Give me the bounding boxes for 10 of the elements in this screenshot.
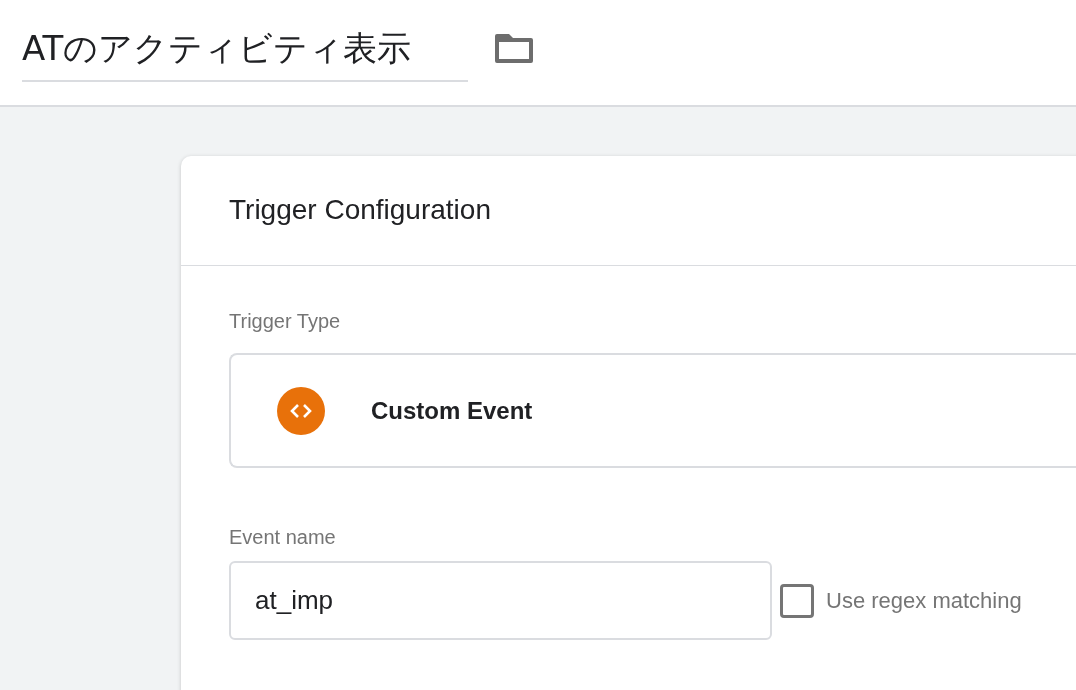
trigger-type-selector[interactable]: Custom Event — [229, 353, 1076, 468]
event-name-field[interactable]: at_imp — [229, 561, 772, 640]
regex-label: Use regex matching — [826, 587, 1022, 614]
regex-checkbox[interactable] — [780, 583, 814, 618]
card-title: Trigger Configuration — [181, 156, 1076, 266]
trigger-type-label: Trigger Type — [229, 310, 342, 333]
event-name-label: Event name — [229, 526, 337, 549]
code-brackets-icon — [277, 386, 325, 435]
folder-icon[interactable] — [494, 32, 534, 64]
trigger-type-name: Custom Event — [371, 396, 533, 425]
